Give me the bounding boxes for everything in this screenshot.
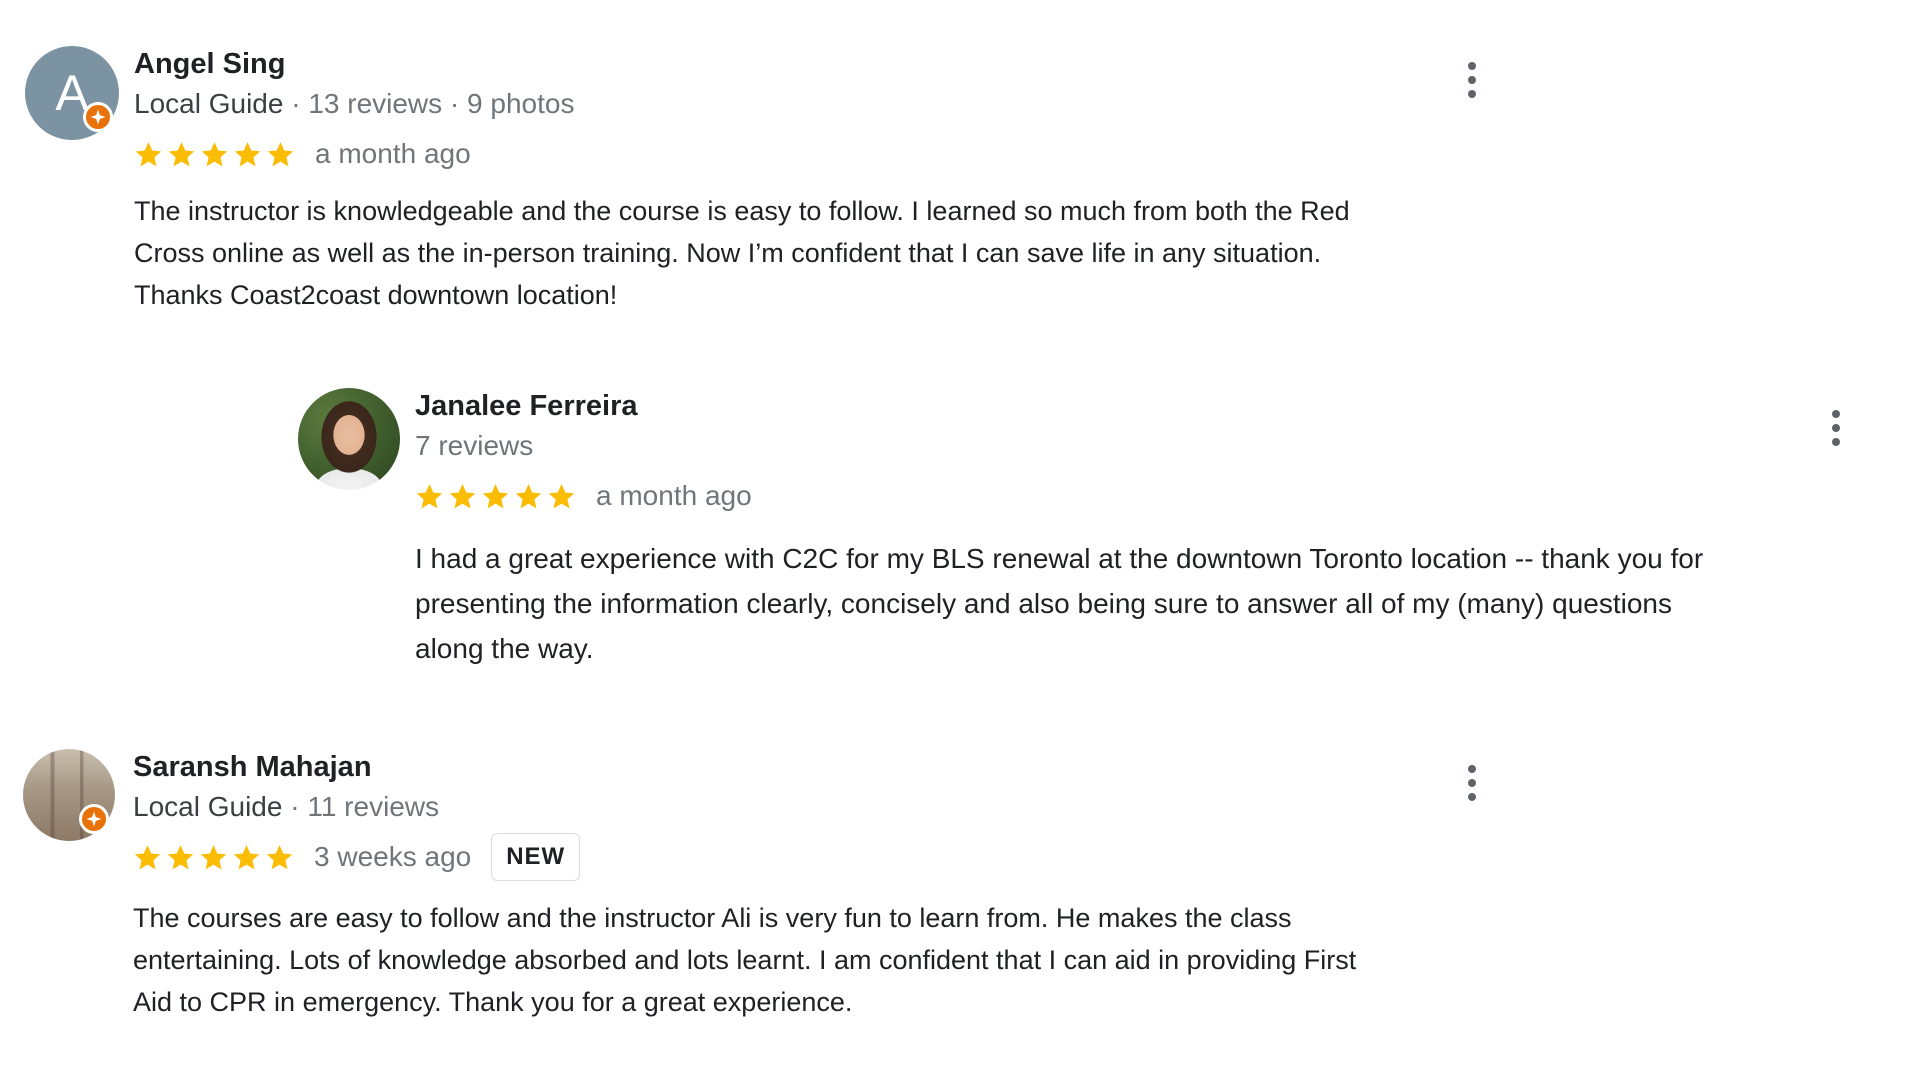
local-guide-label: Local Guide: [134, 88, 284, 119]
star-icon: [449, 483, 476, 508]
star-rating: [134, 140, 295, 169]
reviewer-avatar[interactable]: [298, 388, 400, 490]
review-time: a month ago: [596, 480, 752, 511]
reviewer-meta[interactable]: 7 reviews: [415, 428, 1915, 464]
star-icon: [201, 141, 228, 166]
more-options-icon[interactable]: [1452, 755, 1492, 811]
star-icon: [515, 483, 542, 508]
review-text: I had a great experience with C2C for my…: [415, 543, 1704, 664]
more-options-icon[interactable]: [1816, 400, 1856, 456]
review-text: The courses are easy to follow and the i…: [133, 903, 1357, 1017]
review-time: 3 weeks ago: [314, 841, 472, 872]
local-guide-label: Local Guide: [133, 791, 283, 822]
local-guide-badge-icon: [83, 102, 113, 132]
reviewer-name[interactable]: Janalee Ferreira: [415, 388, 1915, 424]
star-icon: [168, 141, 195, 166]
reviewer-meta[interactable]: Local Guide · 11 reviews: [133, 789, 1553, 825]
reviewer-stats: 7 reviews: [415, 430, 534, 461]
star-icon: [267, 141, 294, 166]
star-icon: [266, 844, 293, 869]
reviewer-name[interactable]: Angel Sing: [134, 46, 1534, 82]
review-content: Angel Sing Local Guide · 13 reviews · 9 …: [134, 46, 1534, 316]
review-time: a month ago: [315, 138, 471, 169]
star-icon: [200, 844, 227, 869]
star-rating: [133, 843, 294, 872]
new-badge: NEW: [491, 833, 581, 881]
reviewer-stats: · 13 reviews · 9 photos: [283, 88, 575, 119]
star-icon: [167, 844, 194, 869]
star-icon: [548, 483, 575, 508]
reviewer-name[interactable]: Saransh Mahajan: [133, 749, 1553, 785]
star-icon: [233, 844, 260, 869]
reviewer-meta[interactable]: Local Guide · 13 reviews · 9 photos: [134, 86, 1534, 122]
review-content: Janalee Ferreira 7 reviews a month ago I…: [415, 388, 1915, 671]
rating-row: 3 weeks ago NEW: [133, 833, 1553, 881]
star-icon: [234, 141, 261, 166]
star-icon: [416, 483, 443, 508]
rating-row: a month ago: [134, 136, 1534, 172]
star-icon: [134, 844, 161, 869]
review-text: The instructor is knowledgeable and the …: [134, 196, 1350, 310]
reviewer-stats: · 11 reviews: [282, 791, 440, 822]
rating-row: a month ago: [415, 478, 1915, 514]
more-options-icon[interactable]: [1452, 52, 1492, 108]
local-guide-badge-icon: [79, 804, 109, 834]
star-rating: [415, 482, 576, 511]
star-icon: [135, 141, 162, 166]
review-content: Saransh Mahajan Local Guide · 11 reviews…: [133, 749, 1553, 1023]
star-icon: [482, 483, 509, 508]
